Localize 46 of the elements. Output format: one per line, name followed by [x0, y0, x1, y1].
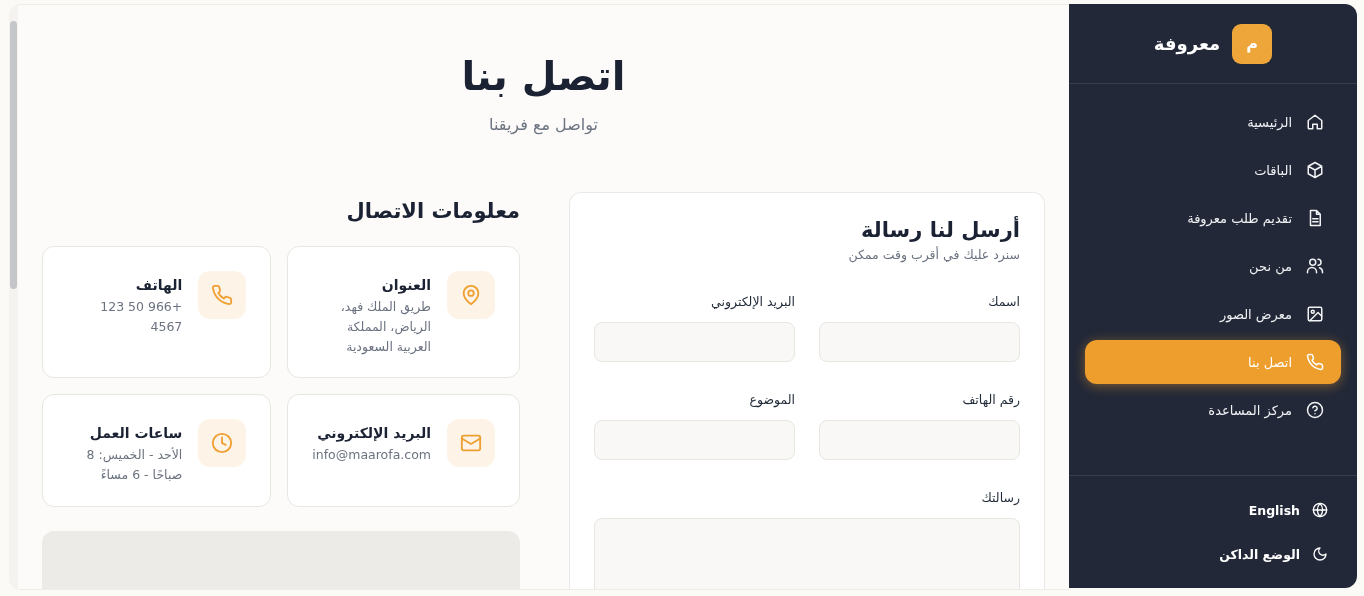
field-label: رسالتك	[980, 489, 1020, 507]
moon-icon	[1312, 546, 1328, 562]
form-title: أرسل لنا رسالة	[860, 215, 1020, 244]
theme-toggle[interactable]: الوضع الداكن	[1098, 532, 1328, 576]
nav-item[interactable]: من نحن	[1085, 244, 1341, 288]
card-text: info@maarofa.com	[312, 446, 431, 464]
phone-icon	[211, 284, 234, 306]
card-title: البريد الإلكتروني	[316, 424, 431, 443]
nav-item[interactable]: الرئيسية	[1085, 100, 1341, 144]
card-title: العنوان	[380, 276, 431, 295]
input-field[interactable]	[819, 322, 1020, 362]
field-label: الموضوع	[748, 391, 795, 410]
section-title: معلومات الاتصال	[345, 198, 520, 225]
nav-item[interactable]: الباقات	[1085, 148, 1341, 192]
image-icon	[1306, 305, 1324, 323]
input-field[interactable]	[594, 322, 795, 362]
phone-icon	[1306, 353, 1324, 371]
field-label: رقم الهاتف	[961, 391, 1020, 409]
card-title: ساعات العمل	[88, 424, 183, 443]
logo-badge: م	[1232, 23, 1273, 64]
card-text: الأحد - الخميس: 8 صباحًا - 6 مساءً	[85, 446, 183, 484]
box-icon	[1306, 161, 1324, 179]
nav-item[interactable]: مركز المساعدة	[1085, 388, 1341, 432]
card-text: +966 50 123 4567	[99, 298, 183, 336]
language-toggle[interactable]: English	[1098, 488, 1328, 532]
message-field[interactable]	[594, 518, 1020, 589]
globe-icon	[1312, 502, 1328, 518]
card-title: الهاتف	[134, 276, 183, 295]
field-label: البريد الإلكتروني	[710, 293, 795, 312]
page-subtitle: تواصل مع فريقنا	[489, 115, 598, 134]
scrollbar[interactable]	[10, 21, 17, 289]
form-subtitle: سنرد عليك في أقرب وقت ممكن	[847, 247, 1020, 262]
input-field[interactable]	[819, 420, 1020, 460]
nav-item[interactable]: تقديم طلب معروفة	[1085, 196, 1341, 240]
card-text: طريق الملك فهد، الرياض، المملكة العربية السعودية	[339, 298, 431, 357]
home-icon	[1306, 113, 1324, 131]
help-icon	[1306, 401, 1324, 419]
nav-item[interactable]: معرض الصور	[1085, 292, 1341, 336]
page-title: اتصل بنا	[461, 52, 626, 101]
map-pin-icon	[460, 284, 482, 306]
brand-name: معروفة	[1153, 33, 1221, 54]
envelope-icon	[460, 432, 482, 454]
field-label: اسمك	[987, 293, 1020, 311]
input-field[interactable]	[594, 420, 795, 460]
users-icon	[1306, 257, 1324, 275]
clock-icon	[211, 432, 234, 454]
